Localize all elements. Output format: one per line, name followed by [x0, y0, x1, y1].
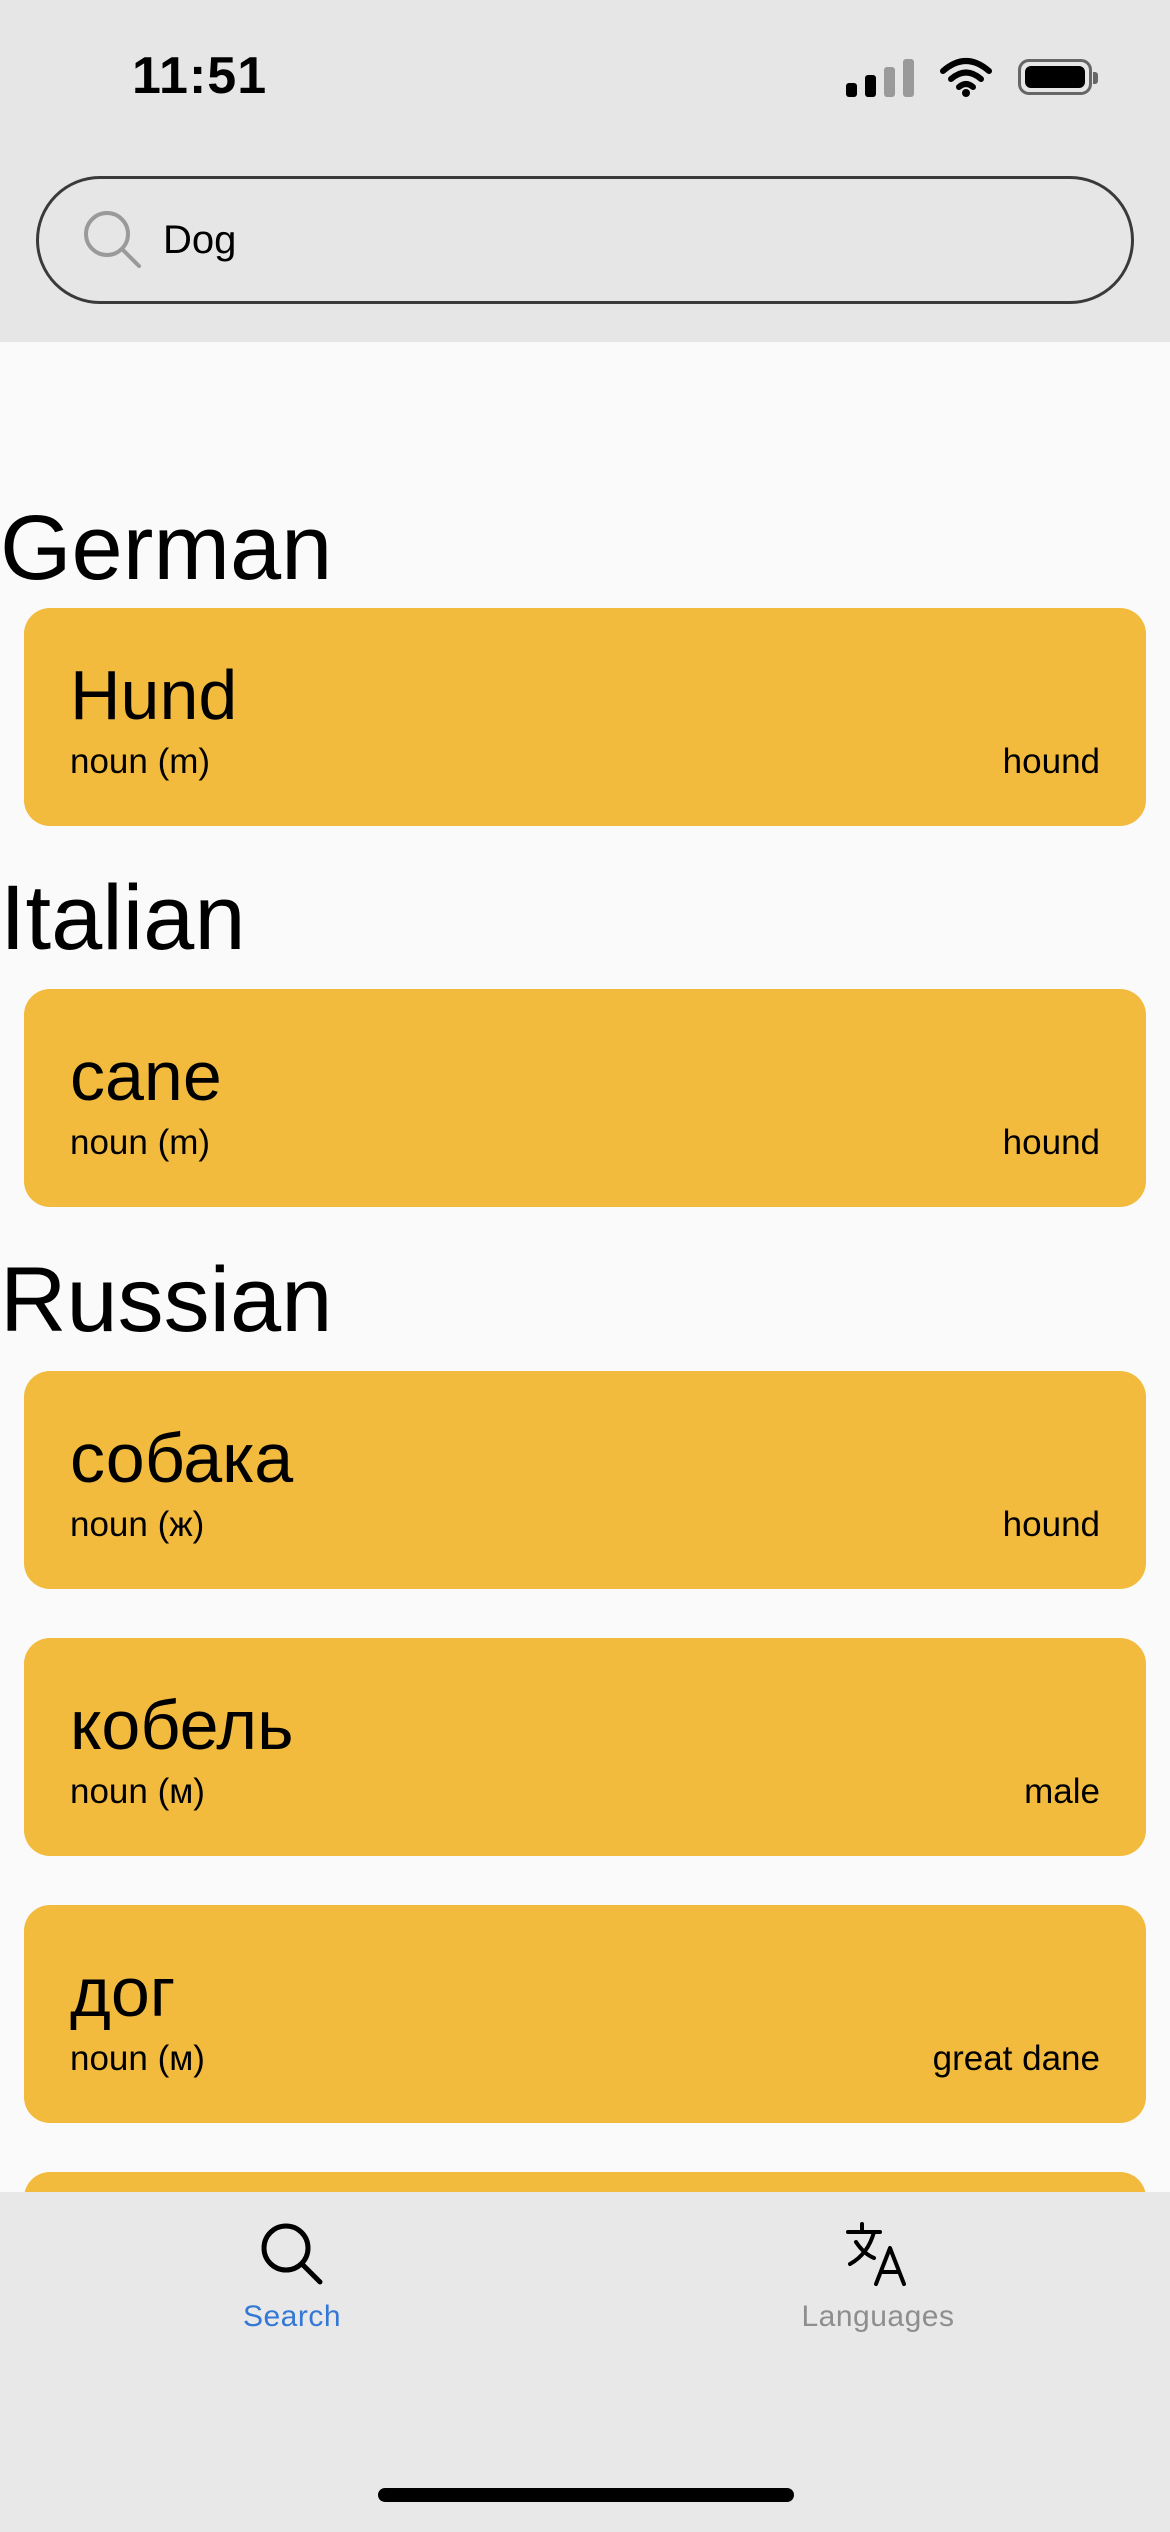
- result-meaning: male: [1024, 1772, 1100, 1811]
- result-card[interactable]: кобель noun (м) male: [24, 1638, 1146, 1856]
- result-meaning: hound: [1002, 742, 1100, 781]
- tab-languages[interactable]: Languages: [728, 2192, 1028, 2342]
- section-heading-italian: Italian: [0, 867, 246, 969]
- result-meaning: great dane: [932, 2039, 1100, 2078]
- search-bar[interactable]: [36, 176, 1134, 304]
- search-input[interactable]: [163, 205, 1063, 275]
- result-part-of-speech: noun (m): [70, 742, 211, 781]
- result-card[interactable]: Hund noun (m) hound: [24, 608, 1146, 826]
- search-icon: [261, 2223, 323, 2285]
- cellular-signal-icon: [846, 57, 914, 97]
- result-meaning: hound: [1002, 1123, 1100, 1162]
- tab-search[interactable]: Search: [142, 2192, 442, 2342]
- wifi-icon: [940, 58, 992, 97]
- result-part-of-speech: noun (м): [70, 2039, 205, 2078]
- result-card[interactable]: cane noun (m) hound: [24, 989, 1146, 1207]
- section-heading-russian: Russian: [0, 1249, 333, 1351]
- battery-icon: [1018, 59, 1098, 95]
- search-icon: [84, 211, 141, 268]
- home-indicator: [378, 2488, 794, 2502]
- result-part-of-speech: noun (m): [70, 1123, 211, 1162]
- result-meaning: hound: [1002, 1505, 1100, 1544]
- tab-search-label: Search: [242, 2300, 342, 2333]
- result-word: Hund: [70, 656, 238, 734]
- translate-icon: [846, 2222, 906, 2286]
- result-word: cane: [70, 1037, 222, 1115]
- result-card-partial[interactable]: [24, 2172, 1146, 2192]
- section-heading-german: German: [0, 497, 333, 599]
- result-part-of-speech: noun (м): [70, 1772, 205, 1811]
- result-part-of-speech: noun (ж): [70, 1505, 205, 1544]
- result-word: кобель: [70, 1686, 294, 1764]
- status-time: 11:51: [132, 47, 268, 105]
- result-card[interactable]: собака noun (ж) hound: [24, 1371, 1146, 1589]
- results-list[interactable]: German Hund noun (m) hound Italian cane …: [0, 342, 1170, 2192]
- tab-bar: Search Languages: [0, 2192, 1170, 2532]
- result-word: дог: [70, 1953, 176, 2031]
- result-card[interactable]: дог noun (м) great dane: [24, 1905, 1146, 2123]
- tab-languages-label: Languages: [801, 2300, 955, 2333]
- status-icons: [846, 52, 1098, 102]
- header: 11:51: [0, 0, 1170, 342]
- result-word: собака: [70, 1419, 294, 1497]
